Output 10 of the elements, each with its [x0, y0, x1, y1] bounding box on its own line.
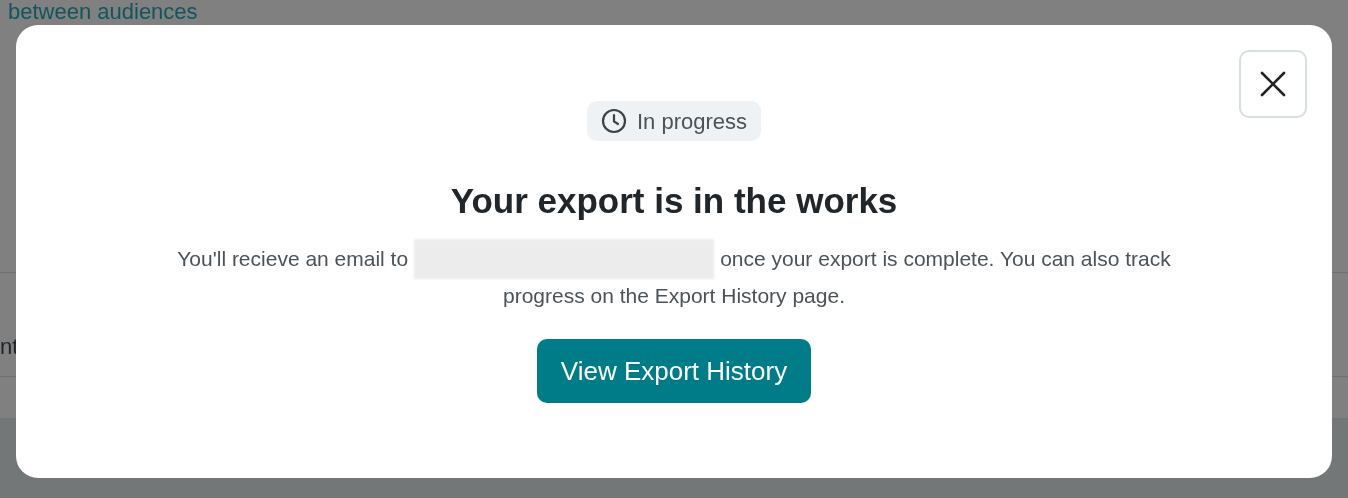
dialog-title: Your export is in the works: [450, 181, 898, 221]
clock-icon: [600, 108, 627, 134]
close-button[interactable]: [1239, 50, 1307, 118]
message-text: once your export is complete. You can also track: [720, 246, 1171, 272]
status-badge: In progress: [586, 101, 762, 141]
message-text: progress on the Export History page.: [503, 283, 845, 309]
page-heading: between audiences: [8, 0, 198, 24]
message-text: You'll recieve an email to: [177, 246, 409, 272]
close-icon: [1260, 71, 1286, 97]
view-export-history-button[interactable]: View Export History: [536, 339, 812, 403]
